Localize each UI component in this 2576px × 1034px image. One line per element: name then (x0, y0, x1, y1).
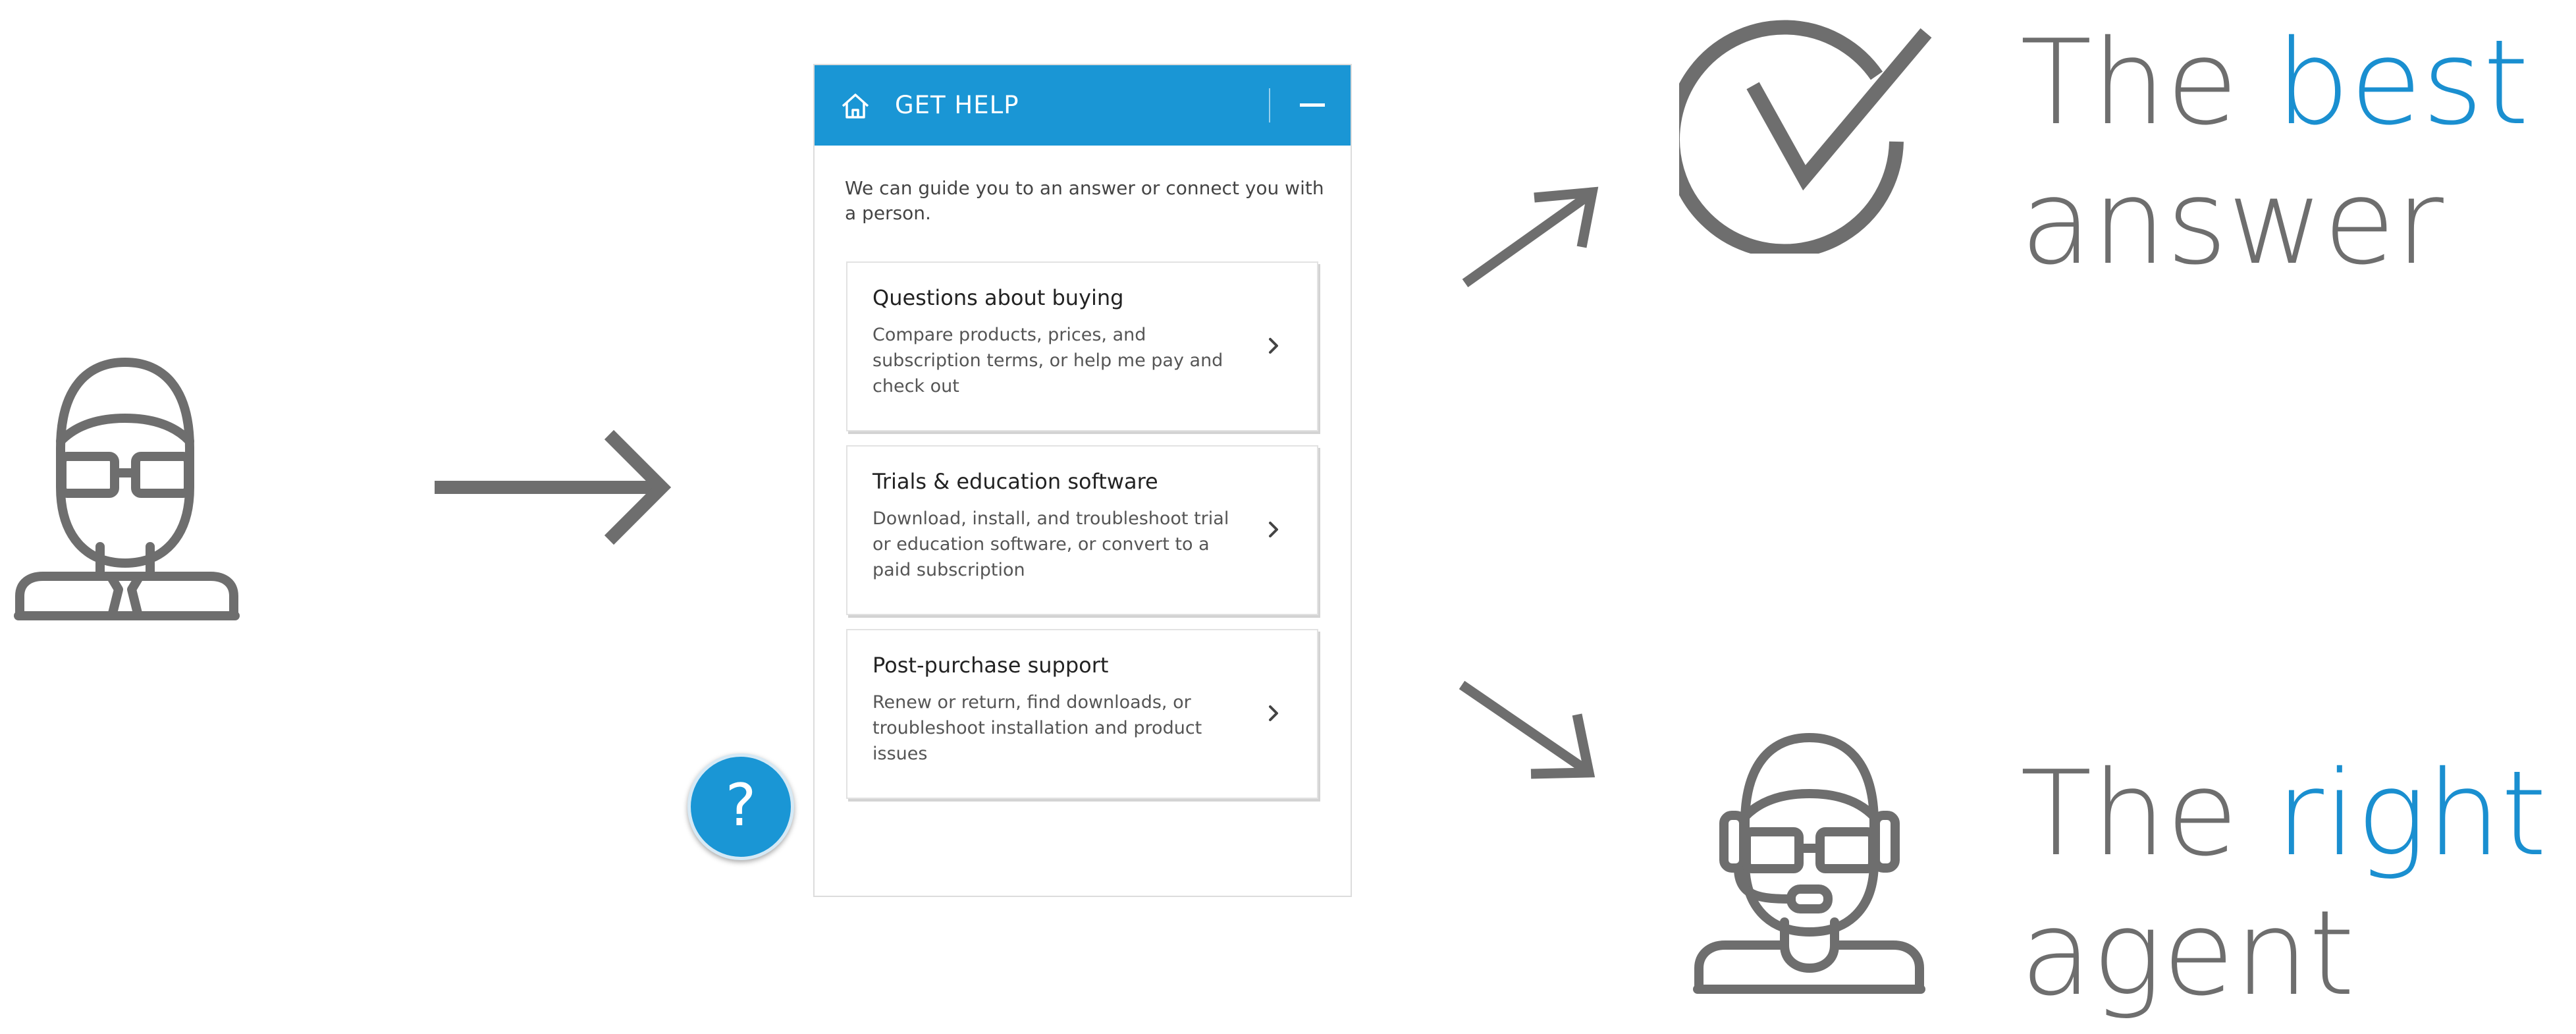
arrow-up-right-icon (1455, 178, 1607, 290)
headline-accent: best (2275, 14, 2529, 151)
widget-title: GET HELP (895, 91, 1019, 119)
card-title: Questions about buying (872, 285, 1124, 310)
headline-line-1: The best (2020, 13, 2529, 153)
header-divider (1269, 88, 1270, 122)
card-description: Compare products, prices, and subscripti… (872, 325, 1223, 396)
chevron-right-icon (1268, 520, 1279, 539)
headline-line-2: agent (2020, 885, 2355, 1021)
widget-intro: We can guide you to an answer or connect… (845, 177, 1324, 224)
widget-header: GET HELP (815, 65, 1351, 146)
checkmark-circle-icon (1679, 16, 1936, 254)
minimize-icon[interactable] (1300, 103, 1325, 107)
user-icon (13, 356, 240, 622)
card-description: Renew or return, find downloads, or trou… (872, 692, 1202, 764)
card-trials-education-software[interactable]: Trials & education software Download, in… (846, 445, 1318, 615)
card-title: Trials & education software (872, 469, 1158, 494)
headline-accent: right (2275, 746, 2547, 882)
arrow-right-icon (435, 428, 672, 547)
help-button[interactable]: ? (687, 753, 794, 860)
card-description: Download, install, and troubleshoot tria… (872, 508, 1229, 580)
chevron-right-icon (1268, 337, 1279, 355)
home-icon[interactable] (841, 93, 870, 119)
chevron-right-icon (1268, 704, 1279, 722)
headline-line-1: The right (2020, 744, 2547, 884)
card-questions-about-buying[interactable]: Questions about buying Compare products,… (846, 261, 1318, 431)
headline-prefix: The (2020, 746, 2239, 882)
arrow-down-right-icon (1452, 678, 1603, 790)
headline-line-2: answer (2020, 154, 2444, 290)
get-help-widget: GET HELP We can guide you to an answer o… (813, 64, 1352, 897)
headline-prefix: The (2020, 14, 2239, 151)
support-agent-headset-icon (1692, 731, 1926, 994)
help-button-label: ? (725, 771, 757, 839)
headline-best-answer: The best answer (2020, 13, 2529, 292)
card-title: Post-purchase support (872, 653, 1109, 678)
card-post-purchase-support[interactable]: Post-purchase support Renew or return, f… (846, 629, 1318, 799)
headline-right-agent: The right agent (2020, 744, 2547, 1023)
